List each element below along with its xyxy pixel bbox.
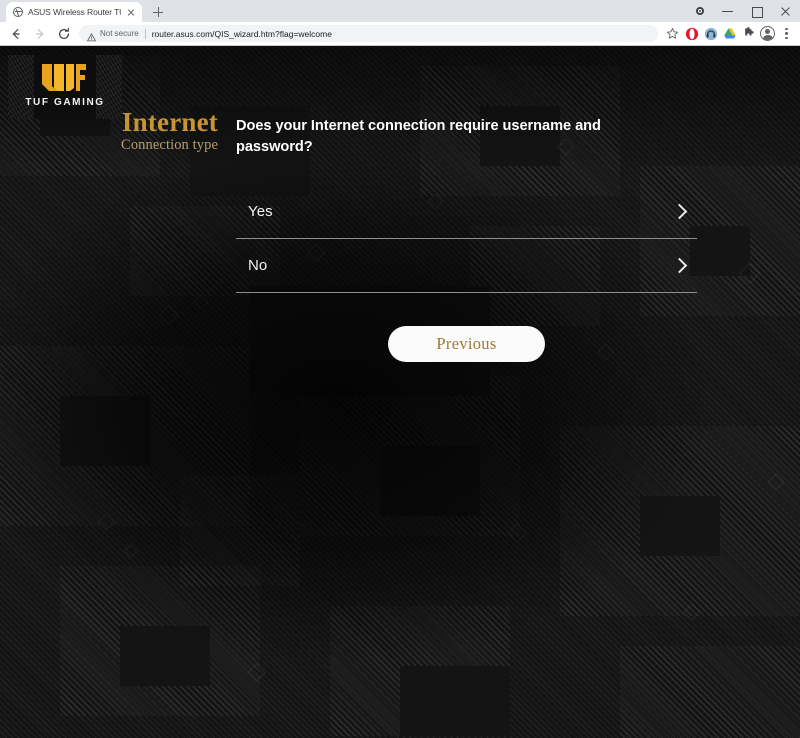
page-title-main: Internet bbox=[121, 107, 218, 137]
browser-toolbar: Not secure router.asus.com/QIS_wizard.ht… bbox=[0, 22, 800, 46]
tuf-gaming-shield-icon bbox=[40, 64, 90, 94]
page-viewport: TUF GAMING Internet Connection type Does… bbox=[0, 46, 800, 738]
tuf-gaming-wordmark: TUF GAMING bbox=[25, 97, 105, 108]
new-tab-button[interactable] bbox=[148, 2, 168, 22]
url-text: router.asus.com/QIS_wizard.htm?flag=welc… bbox=[151, 28, 332, 39]
globe-icon bbox=[13, 7, 23, 17]
previous-button[interactable]: Previous bbox=[388, 326, 545, 363]
wizard-button-row: Previous bbox=[236, 326, 697, 363]
page-title: Internet Connection type bbox=[0, 108, 224, 156]
profile-avatar-icon[interactable] bbox=[758, 24, 777, 43]
maximize-icon[interactable] bbox=[742, 0, 771, 22]
tab-strip: ASUS Wireless Router TUF-AX5... bbox=[0, 0, 800, 22]
security-status-label: Not secure bbox=[100, 29, 139, 38]
option-yes-label: Yes bbox=[248, 203, 273, 221]
tab-title: ASUS Wireless Router TUF-AX5... bbox=[28, 7, 121, 17]
browser-tab[interactable]: ASUS Wireless Router TUF-AX5... bbox=[6, 2, 142, 22]
headphones-icon[interactable] bbox=[701, 24, 720, 43]
page-title-sub: Connection type bbox=[121, 137, 218, 154]
browser-window: ASUS Wireless Router TUF-AX5... bbox=[0, 0, 800, 738]
window-controls bbox=[691, 0, 800, 22]
answer-option-list: Yes No bbox=[236, 185, 706, 294]
drive-icon[interactable] bbox=[720, 24, 739, 43]
sync-profile-icon[interactable] bbox=[691, 0, 709, 22]
question-text: Does your Internet connection require us… bbox=[236, 118, 601, 155]
star-icon[interactable] bbox=[663, 24, 682, 43]
option-no[interactable]: No bbox=[236, 239, 697, 294]
warning-triangle-icon bbox=[87, 29, 96, 42]
wizard-content: Does your Internet connection require us… bbox=[236, 116, 706, 363]
close-icon[interactable] bbox=[771, 0, 800, 22]
chevron-right-icon bbox=[673, 201, 687, 223]
back-arrow-icon[interactable] bbox=[4, 22, 28, 46]
address-bar[interactable]: Not secure router.asus.com/QIS_wizard.ht… bbox=[79, 25, 658, 42]
close-icon[interactable] bbox=[126, 7, 137, 18]
option-yes[interactable]: Yes bbox=[236, 185, 697, 240]
omnibox-divider bbox=[144, 28, 146, 39]
reload-icon[interactable] bbox=[52, 22, 76, 46]
minimize-icon[interactable] bbox=[713, 0, 742, 22]
puzzle-piece-icon[interactable] bbox=[739, 24, 758, 43]
opera-icon[interactable] bbox=[682, 24, 701, 43]
three-dot-menu-icon[interactable] bbox=[777, 24, 796, 43]
forward-arrow-icon[interactable] bbox=[28, 22, 52, 46]
option-no-label: No bbox=[248, 257, 268, 275]
chevron-right-icon bbox=[673, 255, 687, 277]
